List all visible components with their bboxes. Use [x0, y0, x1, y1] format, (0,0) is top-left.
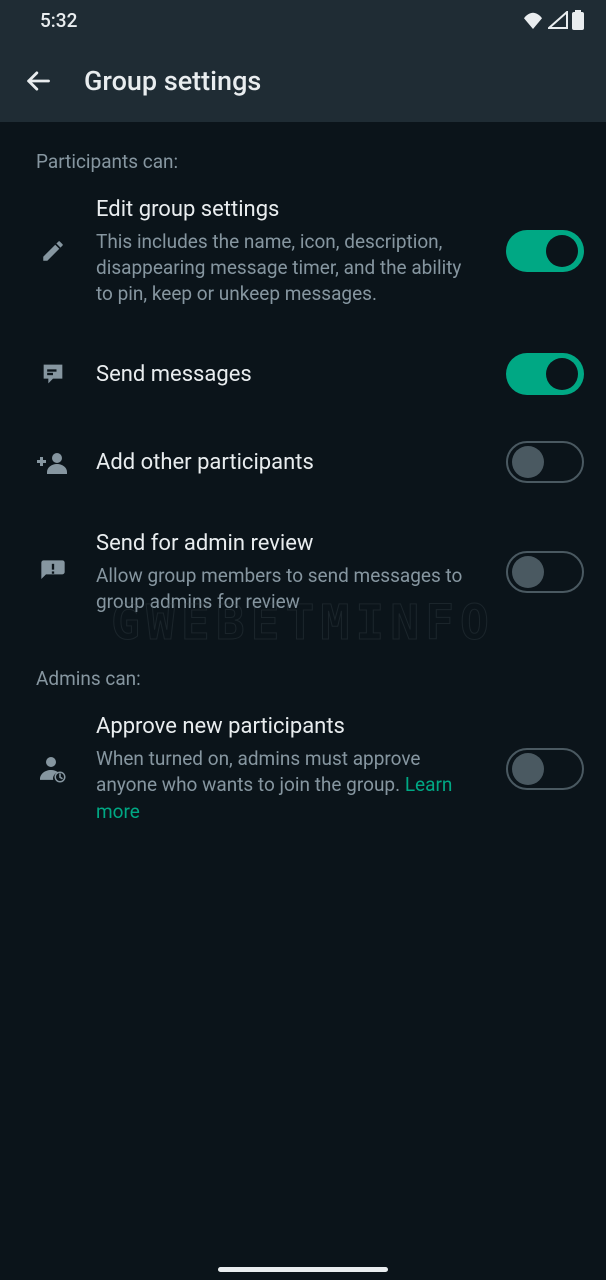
toggle-edit-group-settings[interactable]: [506, 230, 584, 272]
row-title: Add other participants: [96, 448, 470, 478]
status-bar: 5:32: [0, 0, 606, 40]
message-icon: [39, 360, 67, 388]
toggle-admin-review[interactable]: [506, 551, 584, 593]
wifi-icon: [522, 11, 544, 29]
status-time: 5:32: [40, 9, 77, 32]
back-button[interactable]: [22, 65, 54, 97]
row-approve-participants[interactable]: Approve new participants When turned on,…: [0, 690, 606, 848]
nav-handle[interactable]: [218, 1267, 388, 1272]
status-indicators: [522, 10, 584, 30]
pencil-icon: [40, 238, 66, 264]
toggle-add-participants[interactable]: [506, 441, 584, 483]
row-title: Send messages: [96, 360, 470, 390]
signal-icon: [548, 11, 568, 29]
row-desc: When turned on, admins must approve anyo…: [96, 746, 470, 825]
row-title: Send for admin review: [96, 529, 470, 559]
row-edit-group-settings[interactable]: Edit group settings This includes the na…: [0, 173, 606, 331]
page-title: Group settings: [84, 65, 261, 97]
toggle-send-messages[interactable]: [506, 353, 584, 395]
row-title: Edit group settings: [96, 195, 470, 225]
row-add-participants[interactable]: Add other participants: [0, 419, 606, 507]
row-send-messages[interactable]: Send messages: [0, 331, 606, 419]
person-clock-icon: [37, 755, 69, 783]
app-bar: Group settings: [0, 40, 606, 122]
section-header-admins: Admins can:: [0, 639, 606, 690]
row-title: Approve new participants: [96, 712, 470, 742]
arrow-back-icon: [24, 67, 52, 95]
person-add-icon: [37, 450, 69, 474]
row-admin-review[interactable]: Send for admin review Allow group member…: [0, 507, 606, 639]
battery-icon: [572, 10, 584, 30]
toggle-approve-participants[interactable]: [506, 748, 584, 790]
section-header-participants: Participants can:: [0, 122, 606, 173]
row-desc: Allow group members to send messages to …: [96, 563, 470, 615]
report-message-icon: [39, 558, 67, 586]
row-desc: This includes the name, icon, descriptio…: [96, 229, 470, 308]
